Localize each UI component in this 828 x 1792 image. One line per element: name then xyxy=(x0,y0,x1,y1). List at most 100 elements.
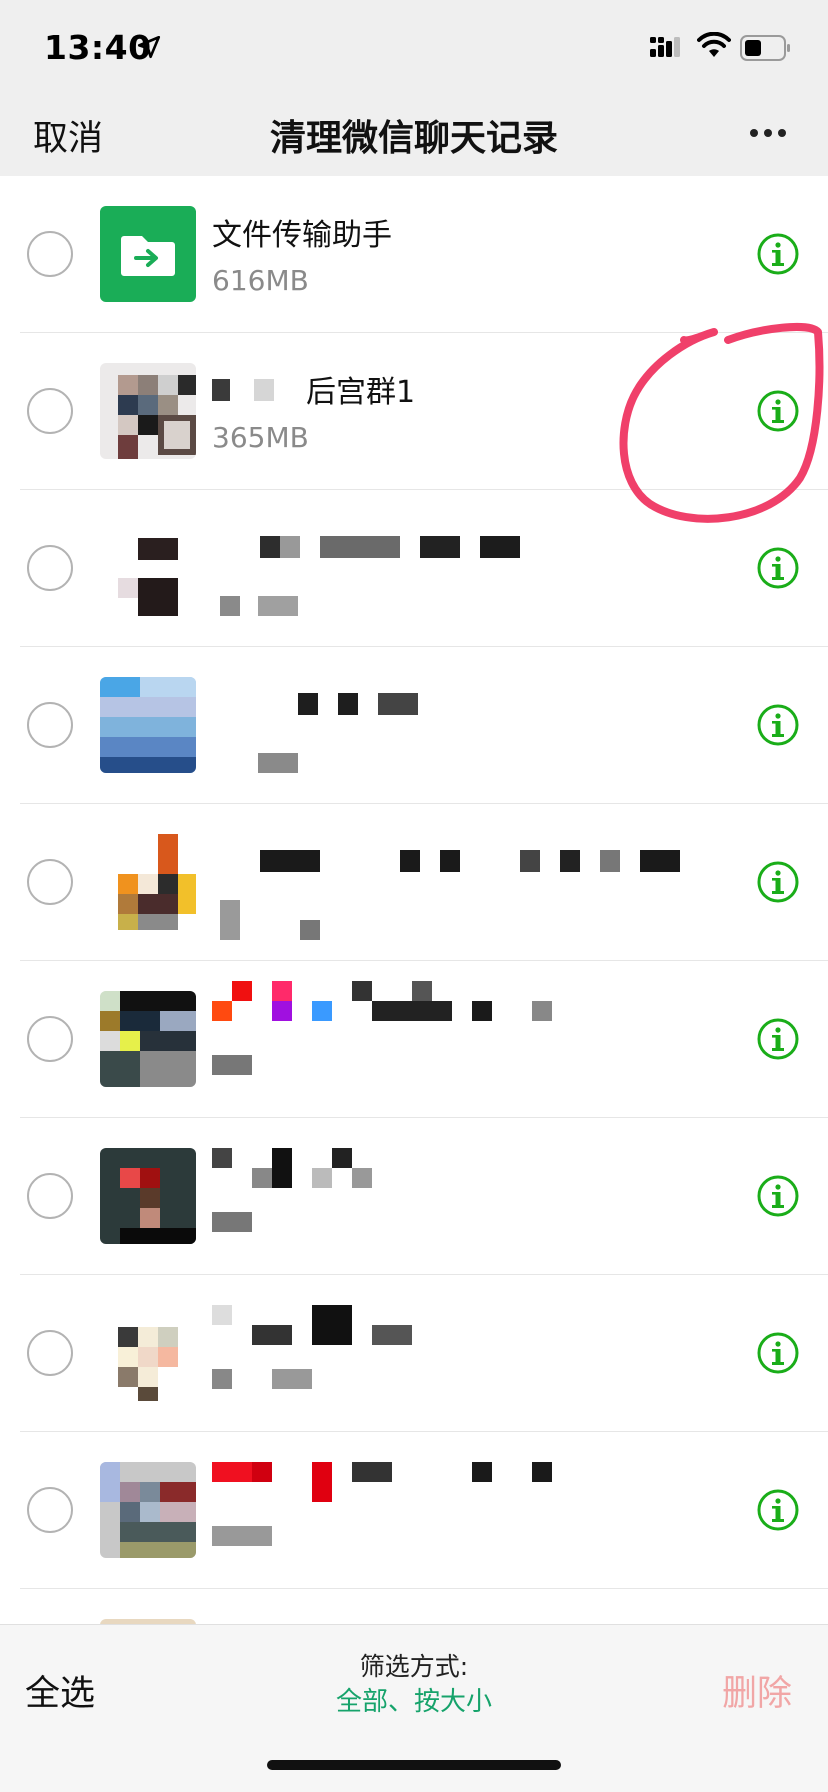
avatar xyxy=(100,363,196,459)
select-radio[interactable] xyxy=(27,1330,73,1376)
info-icon[interactable] xyxy=(756,1017,800,1061)
chat-size: 616MB xyxy=(212,264,309,297)
redacted-text xyxy=(232,981,252,1001)
redacted-text xyxy=(378,693,418,715)
redacted-text xyxy=(252,1168,272,1188)
avatar xyxy=(100,1148,196,1244)
battery-icon xyxy=(740,35,790,61)
redacted-text xyxy=(212,1526,272,1546)
redacted-text xyxy=(640,850,680,872)
avatar xyxy=(100,991,196,1087)
redacted-text xyxy=(272,1001,292,1021)
redacted-text xyxy=(212,1212,252,1232)
chat-row[interactable] xyxy=(0,1589,828,1624)
select-radio[interactable] xyxy=(27,1487,73,1533)
select-radio[interactable] xyxy=(27,231,73,277)
chat-row[interactable] xyxy=(0,1275,828,1432)
redacted-text xyxy=(372,1325,412,1345)
select-radio[interactable] xyxy=(27,388,73,434)
chat-row[interactable] xyxy=(0,961,828,1118)
location-arrow-icon xyxy=(137,35,161,59)
redacted-text xyxy=(212,1055,252,1075)
chat-name: 文件传输助手 xyxy=(212,218,392,253)
redacted-text xyxy=(252,1325,292,1345)
redacted-text xyxy=(272,981,292,1001)
redacted-text xyxy=(532,1001,552,1021)
info-icon[interactable] xyxy=(756,1331,800,1375)
redacted-text xyxy=(312,1305,352,1345)
avatar xyxy=(100,520,196,616)
redacted-text xyxy=(440,850,460,872)
redacted-text xyxy=(272,1148,292,1188)
chat-row[interactable] xyxy=(0,1432,828,1589)
chat-row[interactable] xyxy=(0,804,828,961)
redacted-text xyxy=(412,981,432,1001)
avatar xyxy=(100,677,196,773)
redacted-text xyxy=(258,596,298,616)
redacted-text xyxy=(472,1001,492,1021)
redacted-text xyxy=(280,536,300,558)
redacted-text xyxy=(472,1462,492,1482)
more-icon[interactable] xyxy=(748,126,788,140)
redacted-text xyxy=(520,850,540,872)
redacted-text xyxy=(260,536,280,558)
chat-row[interactable] xyxy=(0,647,828,804)
redacted-text xyxy=(372,1001,452,1021)
signal-icon xyxy=(650,37,680,57)
redacted-text xyxy=(258,753,298,773)
info-icon[interactable] xyxy=(756,1488,800,1532)
redacted-text xyxy=(212,1305,232,1325)
info-icon[interactable] xyxy=(756,860,800,904)
status-bar: 13:40 xyxy=(0,0,828,96)
chat-row[interactable]: 文件传输助手 616MB xyxy=(0,176,828,333)
redacted-text xyxy=(212,1148,232,1168)
home-indicator[interactable] xyxy=(267,1760,561,1770)
redacted-text xyxy=(312,1001,332,1021)
info-icon[interactable] xyxy=(756,389,800,433)
redacted-text xyxy=(532,1462,552,1482)
redacted-text xyxy=(600,850,620,872)
filter-option[interactable]: 全部、按大小 xyxy=(0,1681,828,1718)
avatar xyxy=(100,1305,196,1401)
redacted-text xyxy=(400,850,420,872)
redacted-text xyxy=(352,1462,392,1482)
redacted-text xyxy=(338,693,358,715)
redacted-text xyxy=(212,1001,232,1021)
wifi-icon xyxy=(697,32,731,57)
info-icon[interactable] xyxy=(756,546,800,590)
redacted-text xyxy=(480,536,520,558)
info-icon[interactable] xyxy=(756,232,800,276)
select-radio[interactable] xyxy=(27,545,73,591)
avatar xyxy=(100,1462,196,1558)
redacted-text xyxy=(220,596,240,616)
redacted-text xyxy=(320,536,400,558)
delete-button[interactable]: 删除 xyxy=(722,1665,792,1716)
redacted-text xyxy=(298,693,318,715)
select-radio[interactable] xyxy=(27,1173,73,1219)
redacted-text xyxy=(212,379,230,401)
redacted-text xyxy=(254,379,274,401)
chat-list[interactable]: 文件传输助手 616MB 后宫群1 365MB xyxy=(0,176,828,1624)
select-radio[interactable] xyxy=(27,859,73,905)
chat-row[interactable]: 后宫群1 365MB xyxy=(0,333,828,490)
redacted-text xyxy=(352,981,372,1001)
info-icon[interactable] xyxy=(756,1174,800,1218)
chat-name: 后宫群1 xyxy=(306,375,416,410)
chat-row[interactable] xyxy=(0,490,828,647)
redacted-text xyxy=(252,1462,272,1482)
file-transfer-avatar xyxy=(100,206,196,302)
info-icon[interactable] xyxy=(756,703,800,747)
redacted-text xyxy=(352,1168,372,1188)
redacted-text xyxy=(332,1148,352,1168)
redacted-text xyxy=(312,1168,332,1188)
select-radio[interactable] xyxy=(27,702,73,748)
chat-row[interactable] xyxy=(0,1118,828,1275)
redacted-text xyxy=(300,920,320,940)
chat-size: 365MB xyxy=(212,421,309,454)
nav-bar: 取消 清理微信聊天记录 xyxy=(0,96,828,176)
redacted-text xyxy=(272,1369,312,1389)
redacted-text xyxy=(420,536,460,558)
select-radio[interactable] xyxy=(27,1016,73,1062)
file-transfer-icon xyxy=(121,236,175,276)
redacted-text xyxy=(560,850,580,872)
